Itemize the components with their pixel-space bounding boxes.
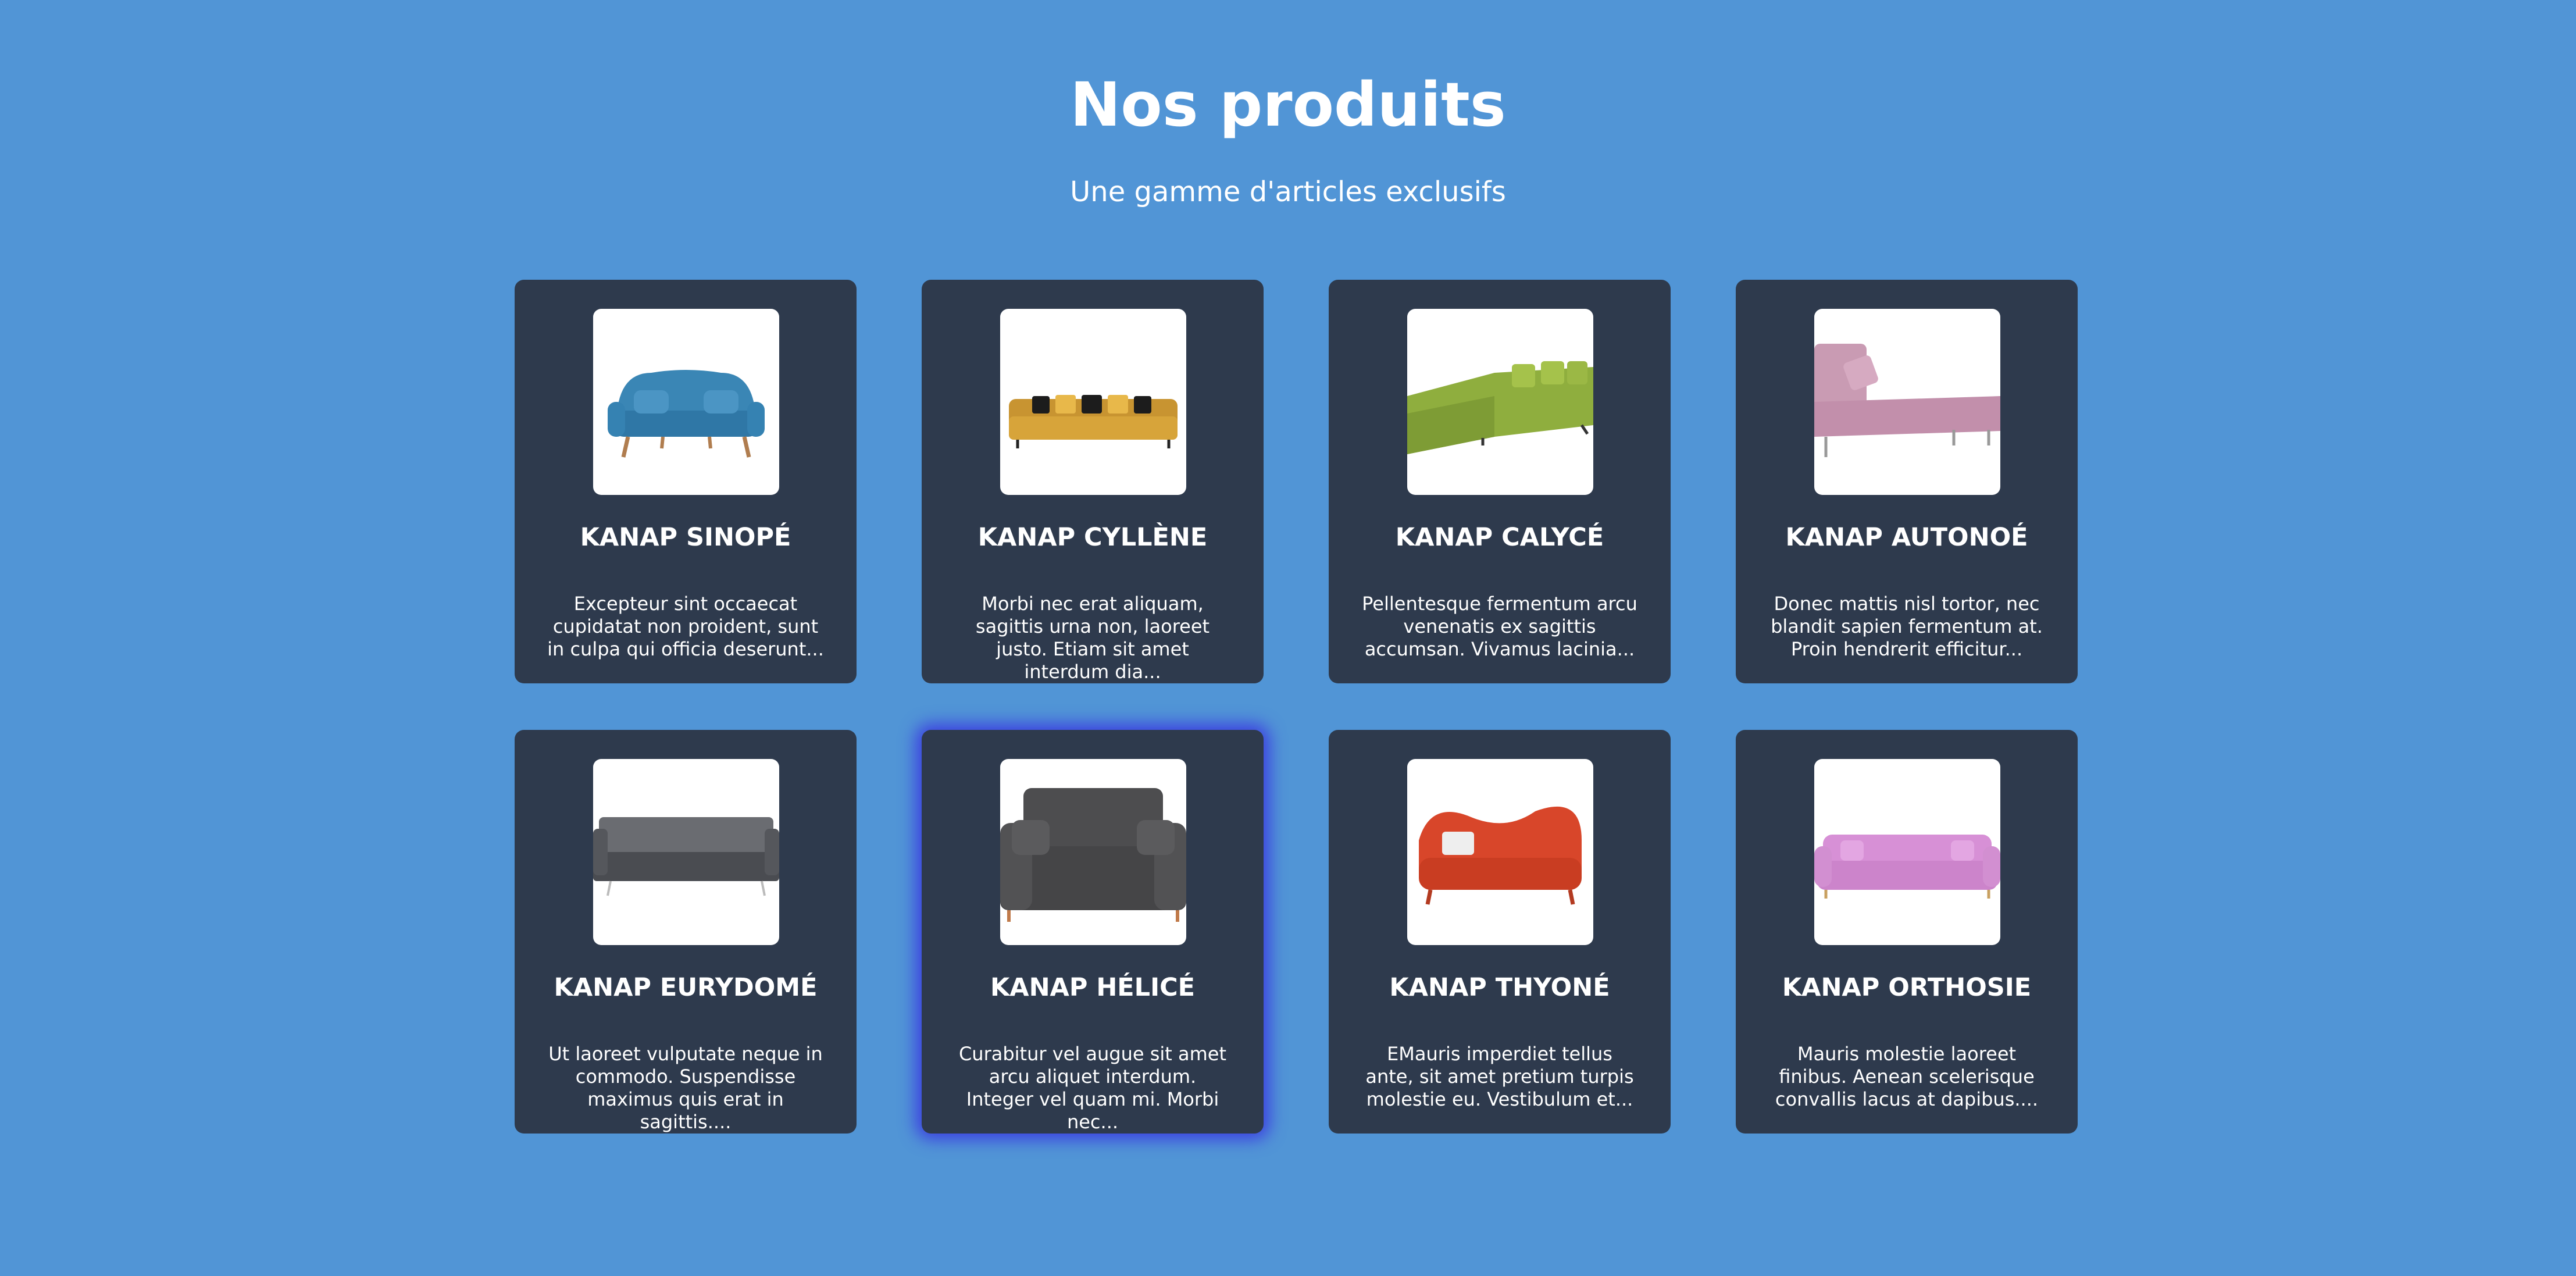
blue-sofa-image xyxy=(608,370,765,458)
product-image xyxy=(593,309,779,495)
product-grid: KANAP SINOPÉ Excepteur sint occaecat cup… xyxy=(515,280,2078,1134)
page-subtitle: Une gamme d'articles exclusifs xyxy=(1070,176,1506,208)
product-card[interactable]: KANAP ORTHOSIE Mauris molestie laoreet f… xyxy=(1736,730,2078,1134)
product-name: KANAP AUTONOÉ xyxy=(1785,523,2028,552)
product-image xyxy=(593,759,779,945)
product-name: KANAP CALYCÉ xyxy=(1395,523,1604,552)
product-card[interactable]: KANAP CYLLÈNE Morbi nec erat aliquam, sa… xyxy=(922,280,1264,683)
product-name: KANAP SINOPÉ xyxy=(580,523,791,552)
product-image xyxy=(1407,309,1593,495)
product-description: Ut laoreet vulputate neque in commodo. S… xyxy=(548,1043,823,1133)
product-name: KANAP EURYDOMÉ xyxy=(554,973,818,1002)
product-description: Donec mattis nisl tortor, nec blandit sa… xyxy=(1771,593,2043,660)
pink-chaise-sofa-image xyxy=(1814,344,2000,457)
product-image xyxy=(1814,759,2000,945)
product-description: Excepteur sint occaecat cupidatat non pr… xyxy=(547,593,824,660)
product-card[interactable]: KANAP CALYCÉ Pellentesque fermentum arcu… xyxy=(1329,280,1671,683)
product-card[interactable]: KANAP EURYDOMÉ Ut laoreet vulputate nequ… xyxy=(515,730,857,1134)
product-name: KANAP HÉLICÉ xyxy=(990,973,1196,1002)
product-description: Pellentesque fermentum arcu venenatis ex… xyxy=(1362,593,1637,660)
product-card[interactable]: KANAP HÉLICÉ Curabitur vel augue sit ame… xyxy=(922,730,1264,1134)
dark-gray-sofa-image xyxy=(1000,788,1186,922)
products-page: Nos produits Une gamme d'articles exclus… xyxy=(0,0,2576,1276)
product-description: Curabitur vel augue sit amet arcu alique… xyxy=(958,1043,1227,1133)
product-image xyxy=(1000,759,1186,945)
product-card[interactable]: KANAP SINOPÉ Excepteur sint occaecat cup… xyxy=(515,280,857,683)
product-card[interactable]: KANAP THYONÉ EMauris imperdiet tellus an… xyxy=(1329,730,1671,1134)
product-name: KANAP CYLLÈNE xyxy=(977,523,1208,552)
yellow-sofa-image xyxy=(1009,395,1178,448)
pink-chesterfield-sofa-image xyxy=(1814,835,2000,899)
red-sofa-image xyxy=(1419,806,1582,905)
product-description: Mauris molestie laoreet finibus. Aenean … xyxy=(1775,1043,2039,1110)
product-description: Morbi nec erat aliquam, sagittis urna no… xyxy=(975,593,1210,683)
page-title: Nos produits xyxy=(1070,69,1506,140)
product-description: EMauris imperdiet tellus ante, sit amet … xyxy=(1365,1043,1634,1110)
product-card[interactable]: KANAP AUTONOÉ Donec mattis nisl tortor, … xyxy=(1736,280,2078,683)
product-name: KANAP ORTHOSIE xyxy=(1782,973,2032,1002)
gray-sofa-image xyxy=(593,817,779,896)
green-corner-sofa-image xyxy=(1407,361,1593,454)
product-image xyxy=(1814,309,2000,495)
product-image xyxy=(1407,759,1593,945)
product-name: KANAP THYONÉ xyxy=(1389,973,1610,1002)
product-image xyxy=(1000,309,1186,495)
